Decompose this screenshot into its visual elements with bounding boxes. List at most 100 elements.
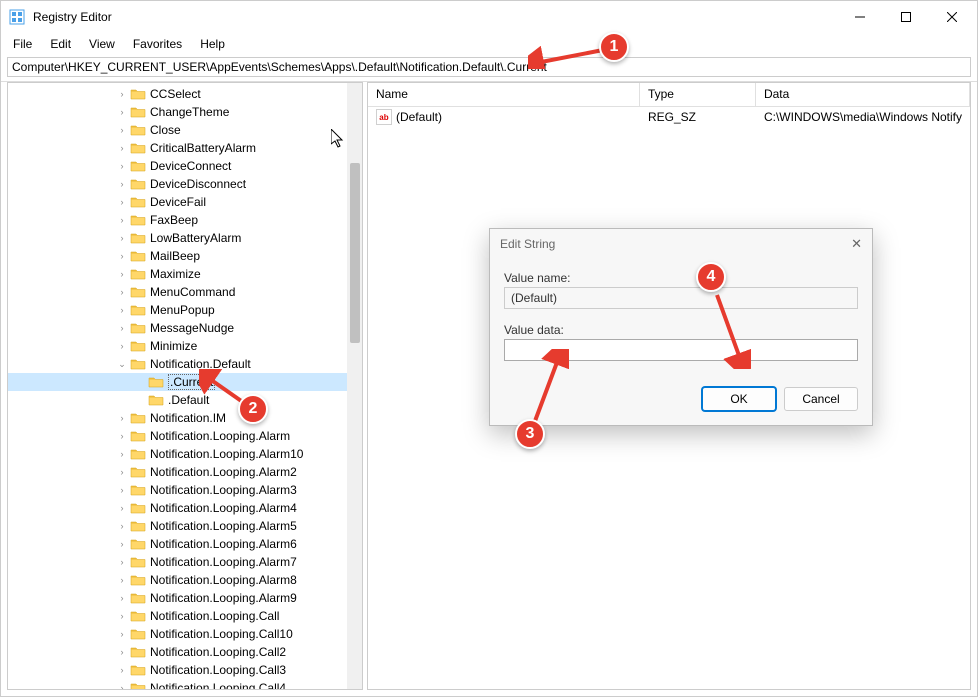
chevron-down-icon[interactable]: ⌄ [116, 358, 128, 370]
chevron-right-icon[interactable]: › [116, 628, 128, 640]
tree-label: Minimize [150, 339, 197, 353]
folder-icon [130, 357, 146, 371]
tree-item-deviceconnect[interactable]: ›DeviceConnect [8, 157, 362, 175]
chevron-right-icon[interactable]: › [116, 340, 128, 352]
tree-item-notification-looping-alarm3[interactable]: ›Notification.Looping.Alarm3 [8, 481, 362, 499]
chevron-right-icon[interactable]: › [116, 106, 128, 118]
tree-item-notification-im[interactable]: ›Notification.IM [8, 409, 362, 427]
column-name[interactable]: Name [368, 83, 640, 106]
folder-icon [130, 285, 146, 299]
folder-icon [130, 195, 146, 209]
tree-item-notification-looping-alarm5[interactable]: ›Notification.Looping.Alarm5 [8, 517, 362, 535]
tree-item-notification-looping-alarm[interactable]: ›Notification.Looping.Alarm [8, 427, 362, 445]
tree-item-menupopup[interactable]: ›MenuPopup [8, 301, 362, 319]
ok-button[interactable]: OK [702, 387, 776, 411]
chevron-right-icon[interactable]: › [116, 88, 128, 100]
tree-item--current[interactable]: .Current [8, 373, 362, 391]
chevron-right-icon[interactable]: › [116, 574, 128, 586]
value-name-input[interactable] [504, 287, 858, 309]
chevron-right-icon[interactable]: › [116, 610, 128, 622]
maximize-button[interactable] [883, 1, 929, 33]
chevron-right-icon[interactable]: › [116, 286, 128, 298]
value-data-label: Value data: [504, 323, 858, 337]
chevron-right-icon[interactable]: › [116, 682, 128, 690]
chevron-right-icon[interactable]: › [116, 448, 128, 460]
tree-item-notification-looping-call2[interactable]: ›Notification.Looping.Call2 [8, 643, 362, 661]
menu-favorites[interactable]: Favorites [125, 35, 190, 53]
cancel-button[interactable]: Cancel [784, 387, 858, 411]
value-data: C:\WINDOWS\media\Windows Notify [756, 108, 970, 126]
tree-item-notification-looping-call3[interactable]: ›Notification.Looping.Call3 [8, 661, 362, 679]
chevron-right-icon[interactable]: › [116, 502, 128, 514]
chevron-right-icon[interactable]: › [116, 484, 128, 496]
tree-item-menucommand[interactable]: › MenuCommand [8, 283, 362, 301]
tree-label: MenuCommand [150, 285, 235, 299]
tree-item-lowbatteryalarm[interactable]: › LowBatteryAlarm [8, 229, 362, 247]
tree-item-messagenudge[interactable]: ›MessageNudge [8, 319, 362, 337]
chevron-right-icon[interactable]: › [116, 250, 128, 262]
chevron-right-icon[interactable]: › [116, 232, 128, 244]
scrollbar[interactable] [347, 83, 362, 689]
folder-icon [130, 501, 146, 515]
tree-panel[interactable]: ›CCSelect›ChangeTheme›Close›CriticalBatt… [7, 82, 363, 690]
menu-help[interactable]: Help [192, 35, 233, 53]
tree-item-close[interactable]: › Close [8, 121, 362, 139]
tree-item-minimize[interactable]: › Minimize [8, 337, 362, 355]
tree-item-notification-looping-alarm6[interactable]: ›Notification.Looping.Alarm6 [8, 535, 362, 553]
chevron-right-icon[interactable]: › [116, 196, 128, 208]
chevron-right-icon[interactable]: › [116, 412, 128, 424]
menu-view[interactable]: View [81, 35, 123, 53]
chevron-right-icon[interactable]: › [116, 142, 128, 154]
chevron-right-icon[interactable]: › [116, 592, 128, 604]
tree-item-notification-looping-alarm4[interactable]: ›Notification.Looping.Alarm4 [8, 499, 362, 517]
tree-item-devicedisconnect[interactable]: ›DeviceDisconnect [8, 175, 362, 193]
column-type[interactable]: Type [640, 83, 756, 106]
tree-item--default[interactable]: .Default [8, 391, 362, 409]
tree-item-notification-looping-alarm2[interactable]: ›Notification.Looping.Alarm2 [8, 463, 362, 481]
tree-item-notification-looping-alarm7[interactable]: ›Notification.Looping.Alarm7 [8, 553, 362, 571]
folder-icon [130, 105, 146, 119]
tree-item-mailbeep[interactable]: ›MailBeep [8, 247, 362, 265]
tree-item-notification-looping-call4[interactable]: ›Notification.Looping.Call4 [8, 679, 362, 690]
scrollbar-thumb[interactable] [350, 163, 360, 343]
tree-item-changetheme[interactable]: ›ChangeTheme [8, 103, 362, 121]
chevron-right-icon[interactable]: › [116, 178, 128, 190]
list-row[interactable]: ab (Default) REG_SZ C:\WINDOWS\media\Win… [368, 107, 970, 127]
folder-icon [130, 213, 146, 227]
tree-item-maximize[interactable]: ›Maximize [8, 265, 362, 283]
menu-file[interactable]: File [5, 35, 40, 53]
chevron-right-icon[interactable]: › [116, 214, 128, 226]
chevron-right-icon[interactable]: › [116, 430, 128, 442]
chevron-right-icon[interactable]: › [116, 304, 128, 316]
tree-label: Close [150, 123, 181, 137]
tree-item-notification-looping-call10[interactable]: ›Notification.Looping.Call10 [8, 625, 362, 643]
chevron-right-icon[interactable]: › [116, 664, 128, 676]
close-button[interactable] [929, 1, 975, 33]
chevron-right-icon[interactable]: › [116, 466, 128, 478]
chevron-right-icon[interactable]: › [116, 556, 128, 568]
chevron-right-icon[interactable]: › [116, 520, 128, 532]
tree-item-criticalbatteryalarm[interactable]: ›CriticalBatteryAlarm [8, 139, 362, 157]
tree-item-ccselect[interactable]: ›CCSelect [8, 85, 362, 103]
folder-icon [130, 447, 146, 461]
tree-item-notification-default[interactable]: ⌄Notification.Default [8, 355, 362, 373]
chevron-right-icon[interactable]: › [116, 268, 128, 280]
chevron-right-icon[interactable]: › [116, 124, 128, 136]
folder-icon [130, 303, 146, 317]
tree-item-devicefail[interactable]: ›DeviceFail [8, 193, 362, 211]
tree-item-notification-looping-alarm8[interactable]: ›Notification.Looping.Alarm8 [8, 571, 362, 589]
minimize-button[interactable] [837, 1, 883, 33]
chevron-right-icon[interactable]: › [116, 646, 128, 658]
chevron-right-icon[interactable]: › [116, 322, 128, 334]
tree-label: LowBatteryAlarm [150, 231, 241, 245]
tree-item-notification-looping-call[interactable]: ›Notification.Looping.Call [8, 607, 362, 625]
address-bar[interactable]: Computer\HKEY_CURRENT_USER\AppEvents\Sch… [7, 57, 971, 77]
chevron-right-icon[interactable]: › [116, 160, 128, 172]
tree-item-notification-looping-alarm9[interactable]: ›Notification.Looping.Alarm9 [8, 589, 362, 607]
dialog-close-button[interactable]: ✕ [851, 236, 862, 252]
column-data[interactable]: Data [756, 83, 970, 106]
tree-item-faxbeep[interactable]: ›FaxBeep [8, 211, 362, 229]
chevron-right-icon[interactable]: › [116, 538, 128, 550]
tree-item-notification-looping-alarm10[interactable]: ›Notification.Looping.Alarm10 [8, 445, 362, 463]
menu-edit[interactable]: Edit [42, 35, 79, 53]
